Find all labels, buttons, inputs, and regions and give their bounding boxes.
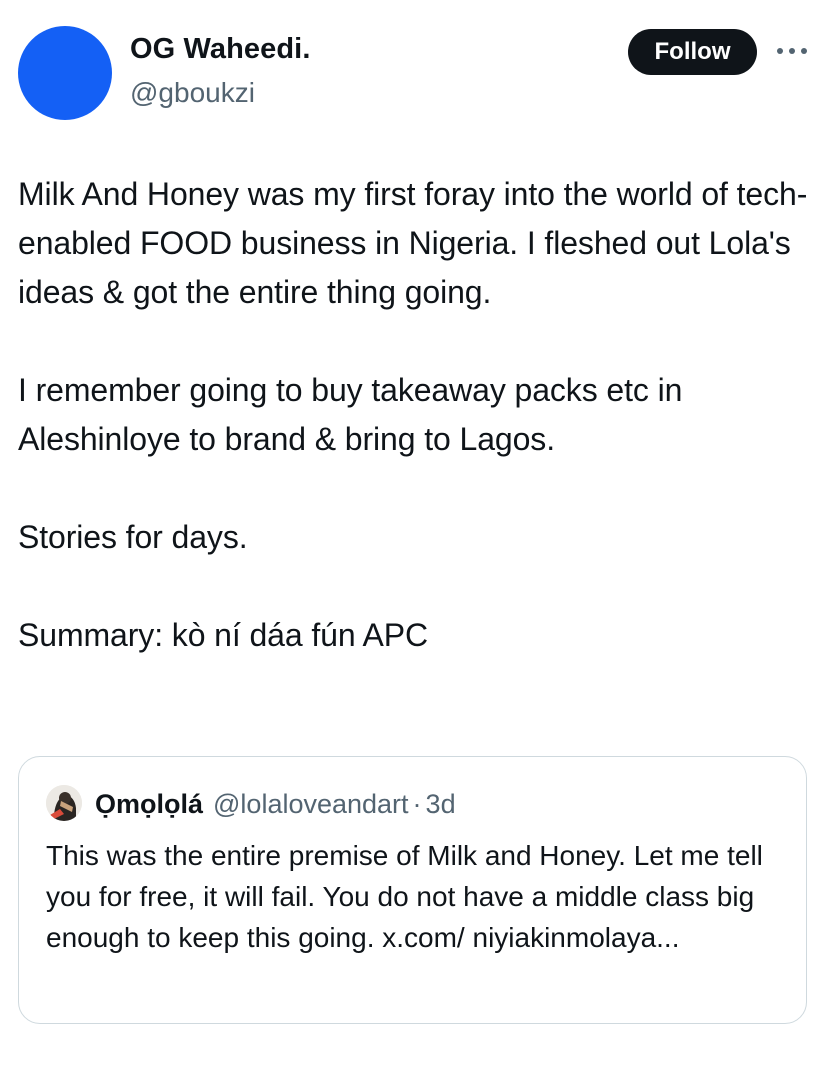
quoted-tweet-text: This was the entire premise of Milk and … [46, 840, 763, 953]
quoted-author-handle[interactable]: @lolaloveandart [213, 789, 409, 820]
more-dot [801, 48, 807, 54]
author-avatar[interactable] [18, 26, 112, 120]
quoted-tweet-timestamp[interactable]: 3d [426, 789, 456, 820]
tweet-paragraph: Stories for days. [18, 519, 248, 555]
tweet-paragraph: Milk And Honey was my first foray into t… [18, 176, 808, 310]
more-dot [789, 48, 795, 54]
avatar-image-icon [46, 785, 82, 821]
tweet-paragraph: Summary: kò ní dáa fún APC [18, 617, 429, 653]
more-dot [777, 48, 783, 54]
quoted-author-display-name[interactable]: Ọmọlọlá [95, 789, 203, 820]
tweet-text: Milk And Honey was my first foray into t… [18, 170, 818, 660]
tweet-paragraph: I remember going to buy takeaway packs e… [18, 372, 683, 457]
follow-button[interactable]: Follow [628, 29, 757, 75]
author-handle[interactable]: @gboukzi [130, 77, 255, 109]
more-horizontal-icon[interactable] [777, 44, 807, 58]
quoted-tweet-header: Ọmọlọlá @lolaloveandart · 3d [95, 785, 456, 823]
author-display-name[interactable]: OG Waheedi. [130, 33, 311, 66]
separator-dot: · [412, 788, 422, 819]
quoted-tweet-card[interactable]: Ọmọlọlá @lolaloveandart · 3d This was th… [18, 756, 807, 1024]
quoted-author-avatar[interactable] [46, 785, 82, 821]
